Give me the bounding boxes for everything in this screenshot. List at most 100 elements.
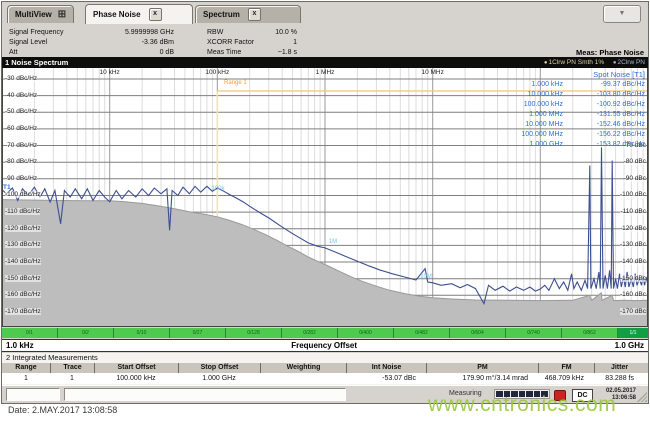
range1-label: Range 1 (224, 80, 247, 86)
y-right-label: -120 dBc (619, 224, 646, 232)
sweep-segment: 0/862 (562, 328, 618, 338)
y-right-label: -130 dBc (619, 241, 646, 249)
integrated-cell: 1.000 GHz (202, 375, 236, 382)
header-field: XCORR Factor 1 (207, 38, 297, 46)
integrated-cell: 468.709 kHz (544, 375, 584, 382)
graph-title: 1 Noise Spectrum (5, 58, 69, 67)
x-decade-label: 100 kHz (205, 69, 230, 76)
y-right-label: -170 dBc (619, 307, 646, 315)
spot-noise-row: 1.000 kHz -99.37 dBc/Hz (531, 81, 645, 88)
integrated-cell: 179.90 m°/3.14 mrad (462, 375, 528, 382)
header-field: Signal Frequency 5.9999998 GHz (9, 28, 174, 36)
y-right-label: -100 dBc (619, 191, 646, 199)
chevron-down-icon: ▼ (618, 10, 626, 17)
integrated-col-header: Jitter (594, 363, 644, 373)
header-fields-left: Signal Frequency 5.9999998 GHz Signal Leve… (9, 27, 174, 57)
graph-title-bar: 1 Noise Spectrum ●1Clrw PN Smth 1% ●2Clr… (2, 57, 648, 68)
y-right-label: -160 dBc (619, 291, 646, 299)
frequency-axis-bar: 1.0 kHz Frequency Offset 1.0 GHz (2, 339, 648, 352)
y-left-label: -120 dBc/Hz (5, 224, 41, 232)
header-field: Signal Level -3.36 dBm (9, 38, 174, 46)
close-tab-phase-noise-icon[interactable]: x (148, 8, 162, 21)
tab-phase-noise-label: Phase Noise (93, 10, 141, 19)
sweep-segment: 0/27 (170, 328, 226, 338)
integrated-col-header: Stop Offset (178, 363, 260, 373)
x-axis-title: Frequency Offset (291, 341, 358, 350)
trace1-marker: T1 (3, 184, 11, 191)
x-decade-label: 1 MHz (315, 69, 335, 76)
x-decade-label: 10 MHz (421, 69, 444, 76)
header-field: RBW 10.0 % (207, 28, 297, 36)
sweep-segment: 0/282 (282, 328, 338, 338)
integrated-col-header: Range (15, 364, 37, 371)
trace2-dot-icon: ● (612, 60, 617, 66)
tab-bar: MultiView ⊞ Phase Noise x Spectrum x ▼ (2, 2, 648, 25)
y-left-label: -170 dBc/Hz (5, 307, 41, 315)
y-right-label: -150 dBc (619, 274, 646, 282)
x-axis-stop: 1.0 GHz (614, 341, 644, 350)
y-right-label: -90 dBc (623, 174, 646, 182)
spot-noise-row: 100.000 kHz -100.92 dBc/Hz (523, 101, 645, 108)
spot-noise-row: 1.000 MHz -131.55 dBc/Hz (529, 111, 645, 118)
screenshot-date: Date: 2.MAY.2017 13:08:58 (8, 405, 118, 415)
y-left-label: -50 dBc/Hz (5, 108, 38, 116)
x-axis-start: 1.0 kHz (6, 341, 34, 350)
y-left-label: -130 dBc/Hz (5, 241, 41, 249)
integrated-cell (260, 373, 346, 384)
status-field-2 (64, 388, 346, 401)
tab-overflow-button[interactable]: ▼ (603, 5, 641, 23)
spot-noise-table: Spot Noise [T1] 1.000 kHz -99.37 dBc/Hz 10.… (501, 70, 645, 150)
y-right-label: -80 dBc (623, 158, 646, 166)
sweep-segment-final: 1/1 (618, 328, 648, 338)
spot-marker-label: 100k (211, 186, 225, 192)
integrated-col-header: Start Offset (94, 363, 178, 373)
trace1-dot-icon: ● (543, 60, 548, 66)
integrated-cell: 1 (70, 375, 74, 382)
y-left-label: -80 dBc/Hz (5, 158, 38, 166)
spot-noise-row: 1.000 GHz -153.82 dBc/Hz (529, 141, 645, 148)
integrated-cell: 100.000 kHz (116, 375, 156, 382)
y-right-label: -140 dBc (619, 258, 646, 266)
tab-multiview[interactable]: MultiView ⊞ (7, 5, 75, 23)
tab-spectrum[interactable]: Spectrum x (195, 5, 301, 23)
integrated-col-header: PM (426, 363, 538, 373)
spot-noise-title: Spot Noise [T1] (593, 70, 645, 79)
y-left-label: -110 dBc/Hz (5, 208, 41, 216)
resize-grip[interactable] (637, 392, 647, 402)
spot-noise-row: 10.000 MHz -152.46 dBc/Hz (525, 121, 645, 128)
sweep-segment: 0/1 (2, 328, 58, 338)
sweep-segment: 0/740 (506, 328, 562, 338)
y-left-label: -150 dBc/Hz (5, 274, 41, 282)
y-left-label: -60 dBc/Hz (5, 124, 38, 132)
y-left-label: -160 dBc/Hz (5, 291, 41, 299)
trace2-legend: ●2Clrw PN (612, 59, 645, 66)
sweep-segment: 0/10 (114, 328, 170, 338)
y-left-label: -40 dBc/Hz (5, 91, 38, 99)
header-field: Att 0 dB (9, 48, 174, 56)
analyzer-window: MultiView ⊞ Phase Noise x Spectrum x ▼ S… (1, 1, 649, 404)
noise-spectrum-plot: 10 kHz 100 kHz 1 MHz 10 MHz -30 dBc/Hz -40 d… (2, 68, 648, 327)
status-field-1 (6, 388, 60, 401)
integrated-cell: 83.288 fs (605, 375, 634, 382)
integrated-table-row: 1 1 100.000 kHz 1.000 GHz -53.07 dBc 179.90 m… (2, 373, 648, 384)
integrated-measurements: 2 Integrated Measurements Range Trace Star… (2, 353, 648, 386)
meas-mode-label: Meas: Phase Noise (576, 48, 644, 57)
tab-phase-noise[interactable]: Phase Noise x (85, 4, 193, 24)
y-left-label: -140 dBc/Hz (5, 258, 41, 266)
trace1-legend: ●1Clrw PN Smth 1% (543, 59, 605, 66)
measurement-header: Signal Frequency 5.9999998 GHz Signal Leve… (2, 25, 648, 58)
header-field: Meas Time ~1.8 s (207, 48, 297, 56)
integrated-col-header: Trace (50, 363, 94, 373)
sweep-segment: 0/604 (450, 328, 506, 338)
spot-noise-row: 10.000 kHz -103.80 dBc/Hz (527, 91, 645, 98)
tab-spectrum-label: Spectrum (203, 10, 240, 19)
multiview-grid-icon: ⊞ (57, 8, 67, 20)
sweep-progress-bar: 0/1 0/2 0/10 0/27 0/128 0/282 0/400 0/482 0/604 0… (2, 328, 648, 338)
close-tab-spectrum-icon[interactable]: x (247, 8, 261, 21)
spot-marker-label: 10M (420, 274, 432, 280)
tab-multiview-label: MultiView (15, 10, 52, 19)
integrated-col-header: Weighting (260, 363, 346, 373)
y-left-label: -100 dBc/Hz (5, 191, 41, 199)
integrated-cell: 1 (24, 375, 28, 382)
spot-marker-label: 1M (328, 239, 338, 245)
